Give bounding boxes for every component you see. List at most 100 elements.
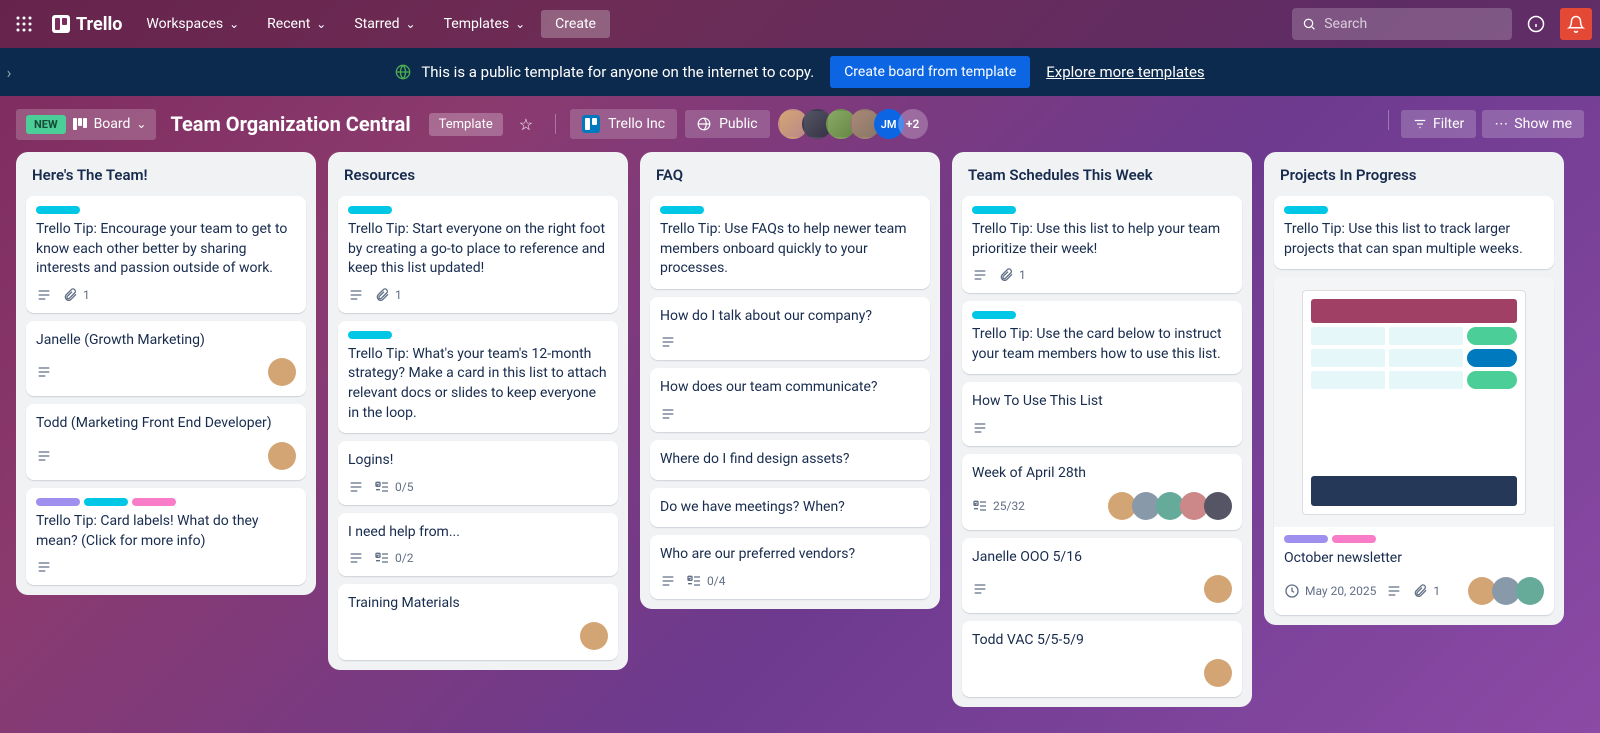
avatar[interactable] bbox=[1204, 575, 1232, 603]
card[interactable]: Do we have meetings? When? bbox=[650, 488, 930, 528]
card-badges: 0/2 bbox=[348, 550, 608, 566]
label-teal[interactable] bbox=[972, 311, 1016, 319]
card[interactable]: Where do I find design assets? bbox=[650, 440, 930, 480]
card-title: Janelle (Growth Marketing) bbox=[36, 331, 296, 351]
description-icon bbox=[348, 479, 364, 495]
label-pink[interactable] bbox=[1332, 535, 1376, 543]
card[interactable]: Week of April 28th25/32 bbox=[962, 454, 1242, 530]
avatar[interactable] bbox=[1516, 577, 1544, 605]
label-teal[interactable] bbox=[348, 331, 392, 339]
list-title[interactable]: FAQ bbox=[650, 162, 930, 188]
card-title: October newsletter bbox=[1284, 549, 1544, 569]
workspace-button[interactable]: Trello Inc bbox=[570, 109, 677, 139]
nav-workspaces[interactable]: Workspaces bbox=[134, 10, 251, 38]
due-date-badge: May 20, 2025 bbox=[1284, 583, 1376, 599]
visibility-button[interactable]: Public bbox=[685, 110, 770, 138]
card[interactable]: How To Use This List bbox=[962, 382, 1242, 446]
card-labels bbox=[348, 206, 608, 214]
card-labels bbox=[36, 498, 296, 506]
apps-icon[interactable] bbox=[8, 8, 40, 40]
search-input[interactable] bbox=[1292, 8, 1512, 40]
board-view-switcher[interactable]: NEW Board bbox=[16, 109, 156, 140]
label-teal[interactable] bbox=[972, 206, 1016, 214]
description-icon bbox=[660, 334, 676, 350]
info-icon[interactable] bbox=[1520, 8, 1552, 40]
avatar[interactable] bbox=[268, 358, 296, 386]
label-pink[interactable] bbox=[132, 498, 176, 506]
list-title[interactable]: Team Schedules This Week bbox=[962, 162, 1242, 188]
description-icon bbox=[972, 420, 988, 436]
card-title: How does our team communicate? bbox=[660, 378, 920, 398]
avatar-more[interactable]: +2 bbox=[898, 109, 928, 139]
checklist-badge: 25/32 bbox=[972, 498, 1025, 514]
label-purple[interactable] bbox=[36, 498, 80, 506]
card[interactable]: Janelle (Growth Marketing) bbox=[26, 321, 306, 397]
avatar[interactable] bbox=[580, 622, 608, 650]
list: FAQ Trello Tip: Use FAQs to help newer te… bbox=[640, 152, 940, 609]
search-field[interactable] bbox=[1324, 16, 1502, 32]
description-icon bbox=[972, 267, 988, 283]
label-teal[interactable] bbox=[348, 206, 392, 214]
label-teal[interactable] bbox=[36, 206, 80, 214]
card[interactable]: Trello Tip: What's your team's 12-month … bbox=[338, 321, 618, 433]
chevron-down-icon bbox=[136, 116, 146, 132]
card[interactable]: Todd (Marketing Front End Developer) bbox=[26, 404, 306, 480]
card[interactable]: Trello Tip: Use this list to track large… bbox=[1274, 196, 1554, 269]
chevron-down-icon bbox=[406, 16, 416, 32]
card-badges bbox=[36, 442, 296, 470]
description-icon bbox=[660, 406, 676, 422]
list: Resources Trello Tip: Start everyone on t… bbox=[328, 152, 628, 670]
board-canvas[interactable]: Here's The Team! Trello Tip: Encourage yo… bbox=[0, 152, 1600, 733]
chevron-down-icon bbox=[515, 16, 525, 32]
card-members bbox=[272, 442, 296, 470]
card[interactable]: Who are our preferred vendors?0/4 bbox=[650, 535, 930, 599]
card[interactable]: Trello Tip: Use this list to help your t… bbox=[962, 196, 1242, 293]
card[interactable]: How do I talk about our company? bbox=[650, 297, 930, 361]
expand-sidebar[interactable]: › bbox=[0, 56, 18, 88]
label-teal[interactable] bbox=[84, 498, 128, 506]
list-title[interactable]: Resources bbox=[338, 162, 618, 188]
list-title[interactable]: Here's The Team! bbox=[26, 162, 306, 188]
card[interactable]: Trello Tip: Use FAQs to help newer team … bbox=[650, 196, 930, 289]
label-purple[interactable] bbox=[1284, 535, 1328, 543]
card[interactable]: Trello Tip: Card labels! What do they me… bbox=[26, 488, 306, 585]
card-badges: 0/5 bbox=[348, 479, 608, 495]
create-button[interactable]: Create bbox=[541, 10, 610, 38]
nav-starred[interactable]: Starred bbox=[342, 10, 427, 38]
list-title[interactable]: Projects In Progress bbox=[1274, 162, 1554, 188]
star-button[interactable]: ☆ bbox=[511, 115, 541, 134]
card-badges: May 20, 20251 bbox=[1284, 577, 1544, 605]
card-title: Training Materials bbox=[348, 594, 608, 614]
create-from-template-button[interactable]: Create board from template bbox=[830, 56, 1030, 88]
show-menu-button[interactable]: ⋯ Show me bbox=[1482, 110, 1584, 138]
card[interactable]: Training Materials bbox=[338, 584, 618, 660]
label-teal[interactable] bbox=[660, 206, 704, 214]
card-badges bbox=[660, 334, 920, 350]
card[interactable]: Trello Tip: Encourage your team to get t… bbox=[26, 196, 306, 313]
notifications-icon[interactable] bbox=[1560, 8, 1592, 40]
nav-recent[interactable]: Recent bbox=[255, 10, 338, 38]
board-title[interactable]: Team Organization Central bbox=[170, 112, 410, 136]
card[interactable]: Trello Tip: Start everyone on the right … bbox=[338, 196, 618, 313]
card[interactable]: How does our team communicate? bbox=[650, 368, 930, 432]
trello-logo[interactable]: Trello bbox=[44, 14, 130, 35]
avatar[interactable] bbox=[1204, 659, 1232, 687]
card-title: Trello Tip: Card labels! What do they me… bbox=[36, 512, 296, 551]
member-avatars[interactable]: JM +2 bbox=[784, 109, 928, 139]
description-icon bbox=[1386, 583, 1402, 599]
avatar[interactable] bbox=[1204, 492, 1232, 520]
nav-templates[interactable]: Templates bbox=[432, 10, 538, 38]
explore-templates-link[interactable]: Explore more templates bbox=[1046, 63, 1204, 81]
card[interactable]: I need help from...0/2 bbox=[338, 513, 618, 577]
filter-button[interactable]: Filter bbox=[1401, 110, 1476, 138]
card[interactable]: October newsletter May 20, 20251 bbox=[1274, 277, 1554, 615]
card[interactable]: Janelle OOO 5/16 bbox=[962, 538, 1242, 614]
trello-icon bbox=[52, 15, 70, 33]
avatar[interactable] bbox=[268, 442, 296, 470]
card[interactable]: Todd VAC 5/5-5/9 bbox=[962, 621, 1242, 697]
label-teal[interactable] bbox=[1284, 206, 1328, 214]
card[interactable]: Logins!0/5 bbox=[338, 441, 618, 505]
card-badges bbox=[660, 406, 920, 422]
chevron-down-icon bbox=[316, 16, 326, 32]
card[interactable]: Trello Tip: Use the card below to instru… bbox=[962, 301, 1242, 374]
